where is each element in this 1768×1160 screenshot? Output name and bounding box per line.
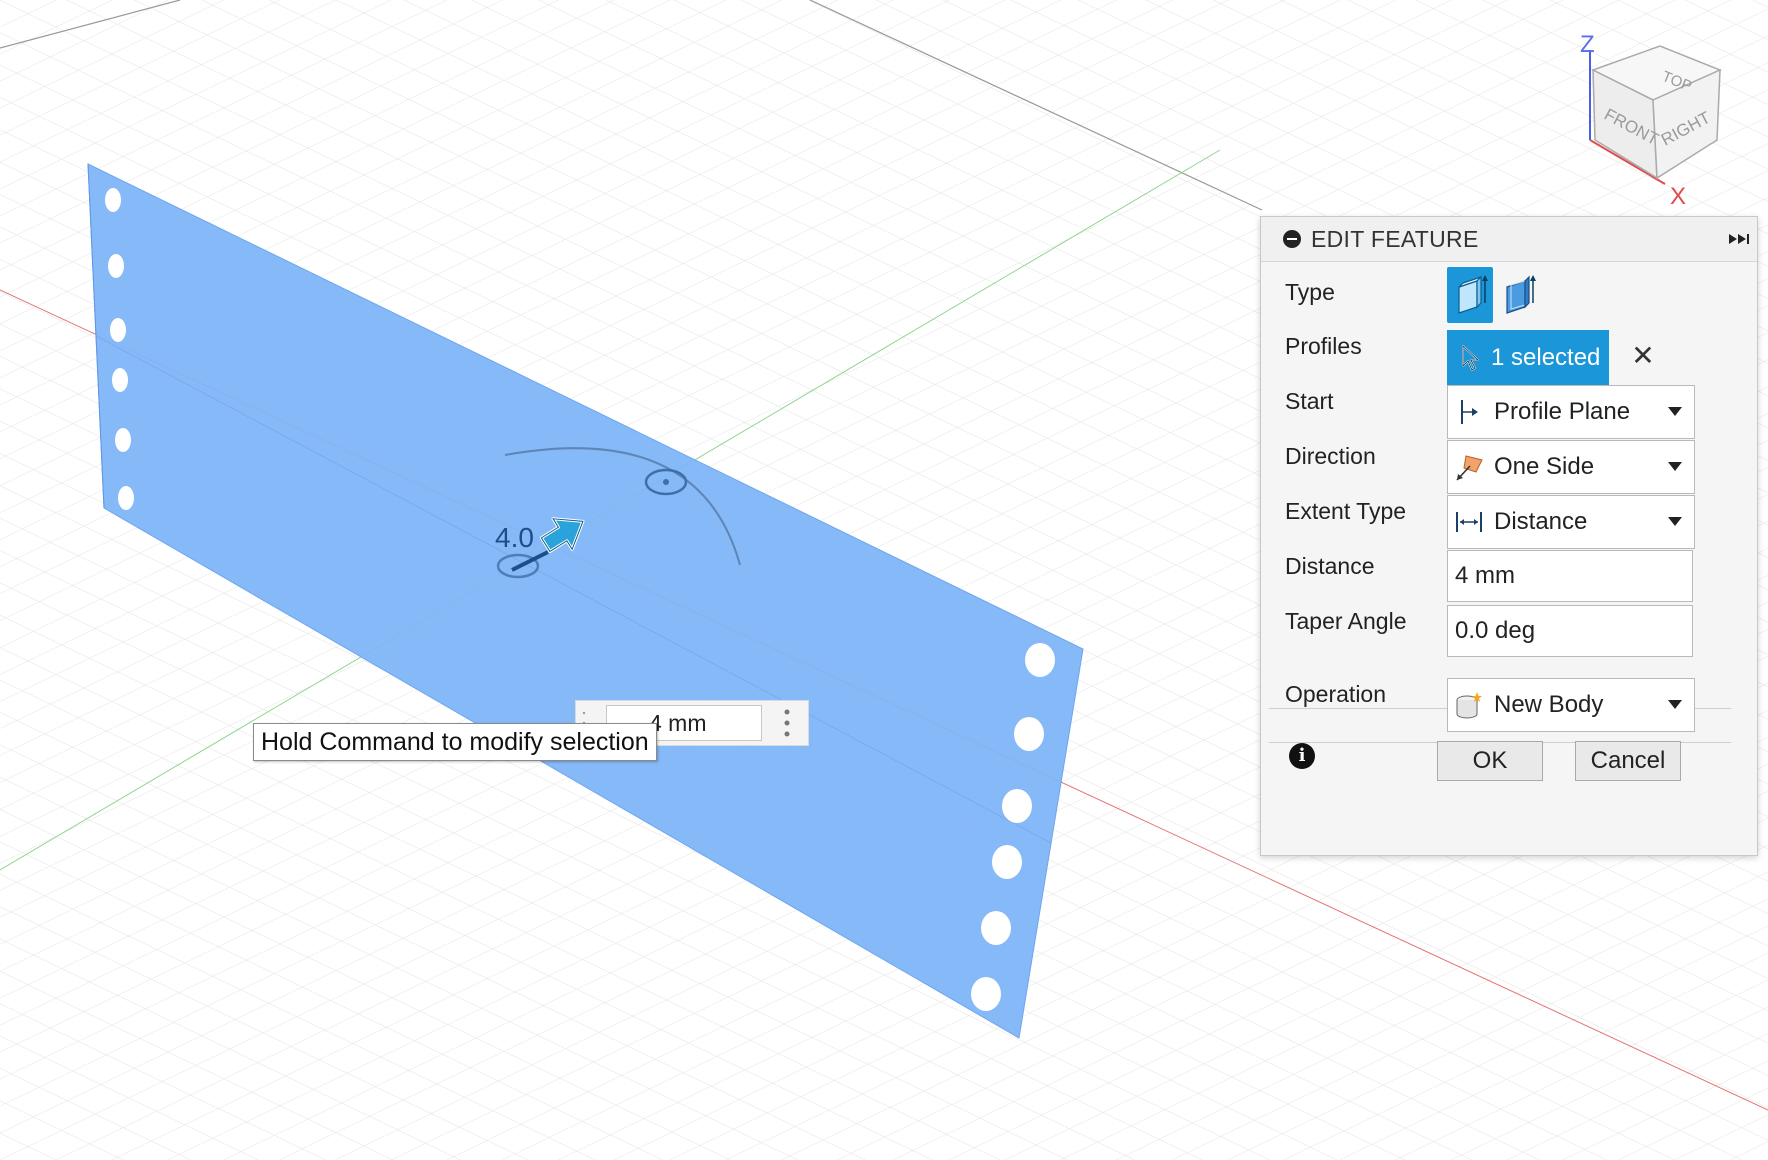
chevron-down-icon bbox=[1668, 407, 1682, 416]
panel-header: EDIT FEATURE bbox=[1261, 217, 1757, 262]
hole bbox=[112, 368, 128, 392]
operation-value: New Body bbox=[1494, 691, 1604, 718]
expand-panel-icon[interactable] bbox=[1727, 231, 1751, 247]
hole bbox=[115, 428, 131, 452]
direction-label: Direction bbox=[1285, 443, 1376, 469]
chevron-down-icon bbox=[1668, 462, 1682, 471]
extent-type-label: Extent Type bbox=[1285, 498, 1407, 524]
dimension-label: 4.0 bbox=[495, 522, 534, 553]
extrude-solid-icon bbox=[1458, 275, 1488, 314]
chevron-down-icon bbox=[1668, 517, 1682, 526]
profiles-value: 1 selected bbox=[1491, 344, 1601, 371]
view-cube[interactable]: Z X TOP FRONT RIGHT bbox=[1565, 28, 1745, 208]
info-icon[interactable]: i bbox=[1289, 743, 1315, 769]
clear-icon[interactable]: ✕ bbox=[1630, 342, 1656, 370]
hole bbox=[971, 977, 1001, 1011]
type-label: Type bbox=[1285, 279, 1335, 305]
hole bbox=[118, 486, 134, 510]
hole bbox=[108, 254, 124, 278]
extrude-solid-button[interactable] bbox=[1447, 267, 1493, 323]
select-cursor-icon bbox=[1462, 345, 1480, 371]
extent-type-value: Distance bbox=[1494, 508, 1588, 535]
hole bbox=[1025, 643, 1055, 677]
extrude-thin-icon bbox=[1506, 275, 1536, 314]
ok-button[interactable]: OK bbox=[1437, 741, 1543, 781]
collapse-icon[interactable] bbox=[1283, 230, 1301, 248]
more-options-icon[interactable] bbox=[784, 708, 790, 738]
start-dropdown[interactable]: Profile Plane bbox=[1447, 385, 1695, 439]
operation-dropdown[interactable]: New Body bbox=[1447, 678, 1695, 732]
new-body-icon bbox=[1456, 692, 1482, 719]
taper-angle-label: Taper Angle bbox=[1285, 608, 1407, 634]
one-side-icon bbox=[1456, 455, 1483, 481]
hole bbox=[992, 845, 1022, 879]
chevron-down-icon bbox=[1668, 700, 1682, 709]
start-value: Profile Plane bbox=[1494, 398, 1631, 425]
profiles-selection-button[interactable]: 1 selected bbox=[1447, 330, 1609, 386]
axis-x-label: X bbox=[1670, 183, 1686, 208]
extent-type-dropdown[interactable]: Distance bbox=[1447, 495, 1695, 549]
hole bbox=[1014, 717, 1044, 751]
edit-feature-panel: EDIT FEATURE Type Profiles 1 selected ✕ … bbox=[1260, 216, 1758, 856]
hole bbox=[105, 188, 121, 212]
direction-dropdown[interactable]: One Side bbox=[1447, 440, 1695, 494]
distance-label: Distance bbox=[1285, 553, 1375, 579]
distance-field[interactable] bbox=[1447, 550, 1693, 602]
hole bbox=[981, 911, 1011, 945]
hole bbox=[110, 318, 126, 342]
axis-z-label: Z bbox=[1580, 31, 1595, 58]
distance-icon bbox=[1456, 512, 1482, 532]
operation-label: Operation bbox=[1285, 681, 1387, 707]
extrude-thin-button[interactable] bbox=[1495, 267, 1541, 323]
taper-angle-field[interactable] bbox=[1447, 605, 1693, 657]
direction-value: One Side bbox=[1494, 453, 1595, 480]
cancel-button[interactable]: Cancel bbox=[1575, 741, 1681, 781]
start-label: Start bbox=[1285, 388, 1334, 414]
profiles-label: Profiles bbox=[1285, 333, 1362, 359]
panel-title: EDIT FEATURE bbox=[1311, 226, 1479, 252]
profile-plane-icon bbox=[1461, 400, 1478, 424]
hole bbox=[1002, 789, 1032, 823]
selection-tooltip: Hold Command to modify selection bbox=[253, 723, 657, 761]
